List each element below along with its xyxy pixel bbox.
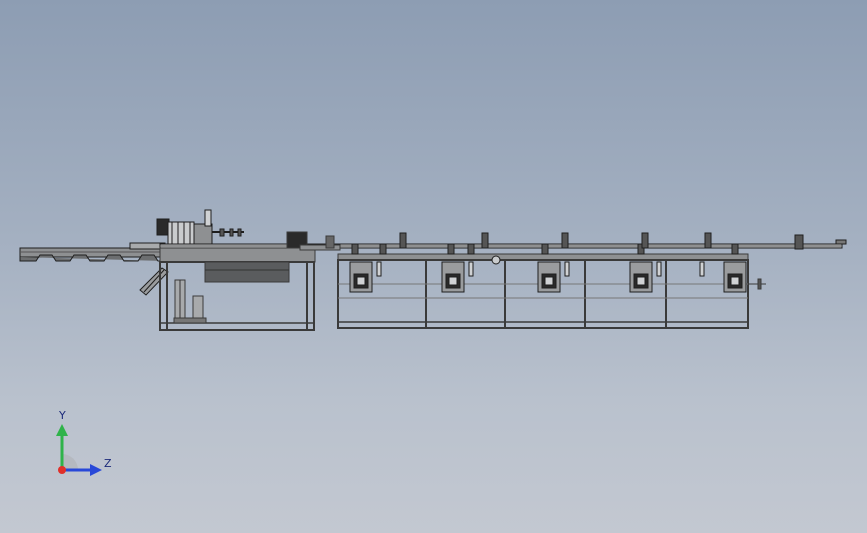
discharge-chute	[139, 267, 169, 296]
main-rail	[159, 239, 847, 249]
y-axis-label: Y	[59, 409, 66, 422]
orientation-triad: Y Z	[50, 409, 120, 482]
x-axis-dot	[58, 466, 66, 474]
infeed-conveyor	[19, 242, 166, 262]
station-3	[537, 232, 570, 293]
model-geometry	[19, 209, 847, 331]
station-2	[441, 232, 501, 293]
station-5	[699, 232, 804, 293]
station-1	[349, 232, 407, 293]
z-axis-label: Z	[104, 457, 112, 470]
y-axis-arrowhead	[56, 424, 68, 436]
z-axis-arrowhead	[90, 464, 102, 476]
motor-head	[156, 209, 244, 247]
cad-viewport[interactable]: Y Z	[0, 0, 867, 533]
triad-graphic	[56, 424, 102, 476]
station-4	[629, 232, 662, 293]
machine-assembly-model[interactable]	[0, 0, 867, 533]
